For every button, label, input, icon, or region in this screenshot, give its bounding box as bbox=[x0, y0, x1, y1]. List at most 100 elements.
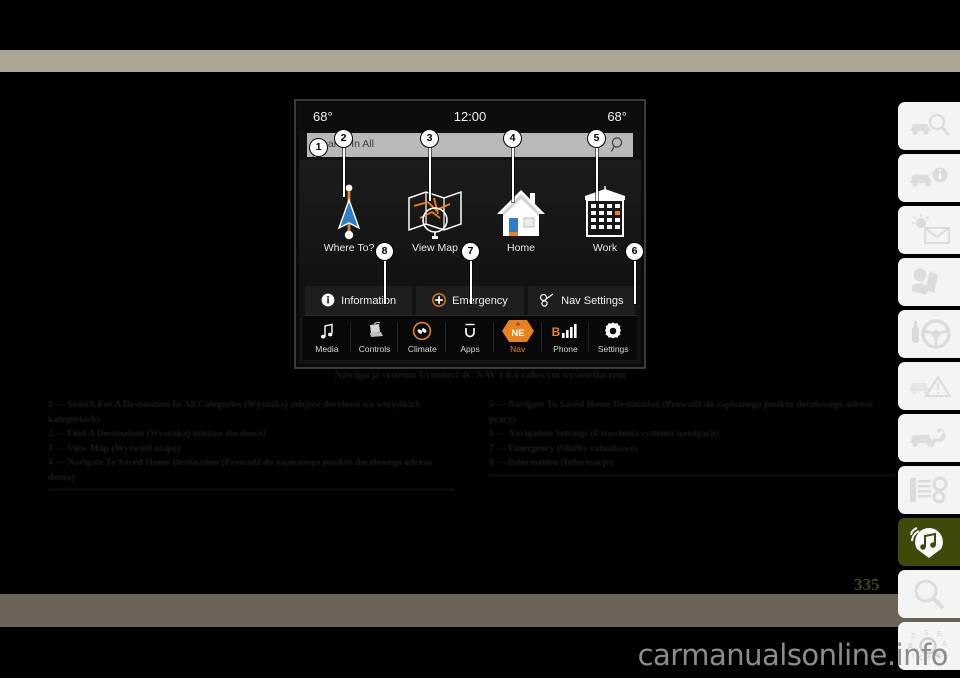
taskbar-label: Media bbox=[315, 344, 339, 354]
figure-caption: Nawigacja systemu Uconnect 4C NAV z 8,4-… bbox=[334, 370, 626, 381]
gear-icon bbox=[589, 319, 637, 343]
sidebar-item-car-info[interactable] bbox=[898, 154, 960, 202]
callout-stem-2 bbox=[343, 145, 345, 197]
legend-column-right: 5 — Navigate To Saved Home Destination (… bbox=[489, 398, 895, 476]
column-rule bbox=[48, 489, 454, 490]
taskbar-item-apps[interactable]: Apps bbox=[446, 316, 494, 360]
callout-5: 5 bbox=[588, 130, 605, 147]
legend-item: 1 — Search For A Destination In All Cate… bbox=[48, 399, 421, 425]
tile-where-to[interactable]: Where To? bbox=[305, 178, 393, 254]
compass-ne-icon: NE bbox=[494, 319, 542, 343]
callout-stem-7 bbox=[470, 258, 472, 304]
taskbar-item-controls[interactable]: Controls bbox=[351, 316, 399, 360]
svg-text:S: S bbox=[924, 630, 929, 637]
seatbelt-icon bbox=[908, 266, 950, 298]
music-note-icon bbox=[303, 319, 351, 343]
taskbar-item-media[interactable]: Media bbox=[303, 316, 351, 360]
taskbar-item-settings[interactable]: Settings bbox=[589, 316, 637, 360]
legend-item: 7 — Emergency (Służby ratunkowe) bbox=[489, 442, 638, 454]
top-color-band bbox=[0, 50, 960, 72]
taskbar-label: Apps bbox=[460, 344, 480, 354]
seat-icon bbox=[351, 319, 399, 343]
taskbar-label: Settings bbox=[597, 344, 629, 354]
callout-stem-5 bbox=[596, 145, 598, 201]
sidebar-item-car-warning[interactable] bbox=[898, 362, 960, 410]
column-rule bbox=[489, 474, 895, 476]
specs-gear-icon bbox=[907, 474, 951, 506]
clock: 12:00 bbox=[453, 109, 487, 124]
car-info-icon bbox=[907, 163, 951, 193]
legend-item: 2 — Find A Destination (Wyszukaj miejsce… bbox=[48, 428, 266, 439]
sidebar-item-steering-wheel[interactable] bbox=[898, 310, 960, 358]
car-service-icon bbox=[907, 423, 951, 453]
svg-text:B: B bbox=[552, 325, 561, 339]
taskbar-item-phone[interactable]: B Phone bbox=[542, 316, 590, 360]
car-inspect-icon bbox=[907, 111, 951, 141]
legend-item: 3 — View Map (Wyświetl mapę) bbox=[48, 442, 181, 454]
callout-3: 3 bbox=[421, 130, 438, 147]
page-number: 335 bbox=[854, 575, 880, 594]
search-input[interactable]: Search In All bbox=[307, 133, 633, 157]
section-tab-rail: ZSE BA ICTD bbox=[898, 102, 960, 674]
uconnect-u-icon bbox=[446, 319, 494, 343]
status-bar: 68° 12:00 68° bbox=[299, 104, 641, 131]
taskbar-label: Phone bbox=[553, 344, 578, 354]
tile-home[interactable]: Home bbox=[477, 178, 565, 254]
callout-2: 2 bbox=[335, 130, 352, 147]
sidebar-item-multimedia-nav[interactable] bbox=[898, 518, 960, 566]
callout-4: 4 bbox=[504, 130, 521, 147]
navigation-arrow-icon bbox=[305, 178, 393, 240]
callout-8: 8 bbox=[376, 243, 393, 260]
callout-stem-4 bbox=[512, 145, 514, 202]
sidebar-item-seatbelt[interactable] bbox=[898, 258, 960, 306]
taskbar-label: Climate bbox=[407, 344, 437, 354]
callout-6: 6 bbox=[626, 243, 643, 260]
climate-mail-icon bbox=[907, 214, 951, 246]
steering-wheel-icon bbox=[907, 318, 951, 350]
sidebar-item-climate-mail[interactable] bbox=[898, 206, 960, 254]
taskbar-item-nav[interactable]: NE Nav bbox=[494, 316, 542, 360]
legend-item: 8 — Information (Informacje) bbox=[489, 457, 613, 468]
sidebar-item-search[interactable] bbox=[898, 570, 960, 618]
pill-label: Emergency bbox=[452, 295, 508, 307]
legend-item: 4 — Navigate To Saved Home Destination (… bbox=[48, 457, 432, 483]
button-information[interactable]: Information bbox=[305, 286, 413, 316]
callout-stem-8 bbox=[384, 258, 386, 304]
house-icon bbox=[477, 178, 565, 240]
wrench-key-icon bbox=[539, 293, 555, 310]
car-warning-icon bbox=[907, 371, 951, 401]
tile-work[interactable]: Work bbox=[561, 178, 641, 254]
sidebar-item-specs[interactable] bbox=[898, 466, 960, 514]
site-watermark: carmanualsonline.info bbox=[637, 638, 949, 672]
search-icon[interactable] bbox=[610, 136, 626, 159]
callout-1: 1 bbox=[310, 139, 327, 156]
callout-stem-6 bbox=[634, 258, 636, 304]
pill-label: Information bbox=[341, 295, 397, 307]
legend-item: 5 — Navigate To Saved Home Destination (… bbox=[489, 399, 873, 425]
taskbar-label: Nav bbox=[510, 344, 526, 354]
callout-stem-3 bbox=[429, 145, 431, 201]
office-building-icon bbox=[561, 178, 641, 240]
multimedia-nav-icon bbox=[909, 525, 949, 559]
svg-text:E: E bbox=[937, 631, 942, 638]
plus-circle-icon bbox=[432, 292, 447, 310]
taskbar-item-climate[interactable]: Climate bbox=[398, 316, 447, 360]
legend-column-left: 1 — Search For A Destination In All Cate… bbox=[48, 398, 454, 490]
fan-icon bbox=[398, 319, 446, 343]
sidebar-item-car-inspect[interactable] bbox=[898, 102, 960, 150]
legend-item: 6 — Navigation Settings (Ustawienia syst… bbox=[489, 428, 720, 439]
bottom-color-band bbox=[0, 594, 960, 627]
callout-7: 7 bbox=[462, 243, 479, 260]
tile-label: Home bbox=[506, 242, 535, 254]
temp-right: 68° bbox=[607, 109, 627, 124]
taskbar-label: Controls bbox=[358, 344, 391, 354]
search-icon bbox=[909, 578, 949, 610]
info-circle-icon bbox=[321, 293, 335, 310]
svg-text:NE: NE bbox=[511, 328, 524, 339]
tile-view-map[interactable]: View Map bbox=[391, 178, 479, 254]
folded-map-icon bbox=[391, 178, 479, 240]
sidebar-item-car-service[interactable] bbox=[898, 414, 960, 462]
taskbar: Media Controls Climate Apps NE Nav B Pho… bbox=[303, 315, 637, 360]
signal-bars-icon: B bbox=[542, 319, 590, 343]
button-nav-settings[interactable]: Nav Settings bbox=[527, 286, 635, 316]
